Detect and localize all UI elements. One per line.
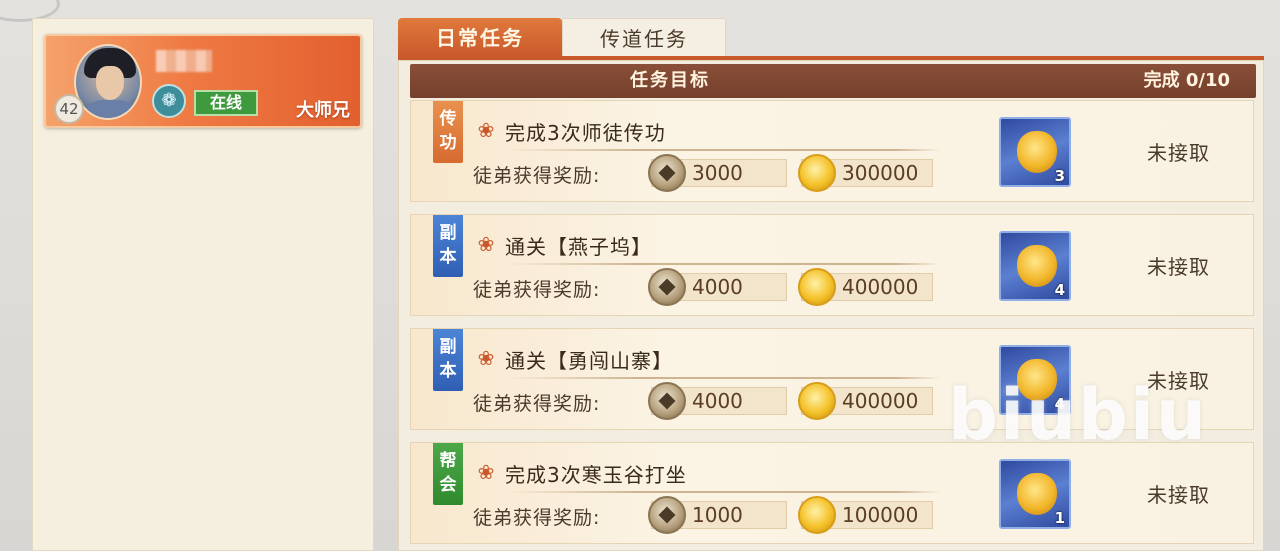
gold-reward: 100000 [798, 496, 933, 534]
copper-coin-icon [648, 268, 686, 306]
avatar-face [96, 66, 124, 100]
copper-coin-icon [648, 382, 686, 420]
gold-amount: 300000 [842, 161, 919, 185]
flame-icon: ❀ [477, 232, 495, 256]
divider [505, 263, 941, 265]
task-row[interactable]: 传功 ❀ 完成3次师徒传功 徒弟获得奖励: 3000 300000 3 未接取 [410, 100, 1254, 202]
task-category-tag: 副本 [433, 215, 463, 277]
task-category-tag: 传功 [433, 101, 463, 163]
reward-label: 徒弟获得奖励: [473, 507, 601, 529]
avatar-body [82, 100, 138, 118]
task-status-not-accepted[interactable]: 未接取 [1147, 479, 1210, 508]
task-header-bar: 任务目标 完成 0/10 [410, 64, 1256, 98]
gold-amount: 400000 [842, 389, 919, 413]
copper-amount: 1000 [692, 503, 743, 527]
item-count: 3 [1054, 167, 1065, 185]
player-name-blurred [156, 50, 212, 72]
divider [505, 491, 941, 493]
tab-daily-tasks[interactable]: 日常任务 [398, 18, 562, 58]
task-title: 完成3次师徒传功 [505, 121, 666, 145]
task-title: 通关【燕子坞】 [505, 235, 652, 259]
reward-label: 徒弟获得奖励: [473, 279, 601, 301]
tab-teaching-tasks[interactable]: 传道任务 [562, 18, 726, 58]
gold-gem-icon [1017, 473, 1057, 515]
task-status-not-accepted[interactable]: 未接取 [1147, 251, 1210, 280]
item-count: 1 [1054, 509, 1065, 527]
divider [505, 149, 941, 151]
task-title: 完成3次寒玉谷打坐 [505, 463, 687, 487]
gold-gem-icon [1017, 245, 1057, 287]
gold-coin-icon [798, 268, 836, 306]
reward-item-slot[interactable]: 4 [999, 231, 1071, 301]
avatar [74, 44, 142, 120]
gold-reward: 400000 [798, 268, 933, 306]
flame-icon: ❀ [477, 118, 495, 142]
copper-amount: 3000 [692, 161, 743, 185]
gold-reward: 300000 [798, 154, 933, 192]
gold-coin-icon [798, 496, 836, 534]
level-badge: 42 [54, 94, 84, 124]
task-progress-counter: 完成 0/10 [1143, 70, 1230, 91]
task-category-tag: 副本 [433, 329, 463, 391]
item-count: 4 [1054, 281, 1065, 299]
online-status-badge: 在线 [194, 90, 258, 116]
watermark: biubiu [948, 374, 1208, 456]
reward-item-slot[interactable]: 1 [999, 459, 1071, 529]
gold-reward: 400000 [798, 382, 933, 420]
task-header-title: 任务目标 [630, 70, 710, 91]
copper-reward: 1000 [648, 496, 787, 534]
reward-item-slot[interactable]: 3 [999, 117, 1071, 187]
reward-label: 徒弟获得奖励: [473, 165, 601, 187]
flame-icon: ❀ [477, 460, 495, 484]
copper-amount: 4000 [692, 275, 743, 299]
gold-coin-icon [798, 154, 836, 192]
task-row[interactable]: 帮会 ❀ 完成3次寒玉谷打坐 徒弟获得奖励: 1000 100000 1 未接取 [410, 442, 1254, 544]
gold-gem-icon [1017, 131, 1057, 173]
gold-amount: 100000 [842, 503, 919, 527]
task-row[interactable]: 副本 ❀ 通关【燕子坞】 徒弟获得奖励: 4000 400000 4 未接取 [410, 214, 1254, 316]
copper-amount: 4000 [692, 389, 743, 413]
reward-label: 徒弟获得奖励: [473, 393, 601, 415]
copper-coin-icon [648, 496, 686, 534]
copper-reward: 3000 [648, 154, 787, 192]
gold-coin-icon [798, 382, 836, 420]
flame-icon: ❀ [477, 346, 495, 370]
copper-reward: 4000 [648, 382, 787, 420]
task-status-not-accepted[interactable]: 未接取 [1147, 137, 1210, 166]
copper-coin-icon [648, 154, 686, 192]
class-swirl-icon: ❁ [152, 84, 186, 118]
gold-amount: 400000 [842, 275, 919, 299]
divider [505, 377, 941, 379]
task-title: 通关【勇闯山寨】 [505, 349, 673, 373]
task-category-tag: 帮会 [433, 443, 463, 505]
rank-label: 大师兄 [296, 100, 350, 121]
player-card-master-brother[interactable]: 42 ❁ 在线 大师兄 [44, 34, 362, 128]
copper-reward: 4000 [648, 268, 787, 306]
